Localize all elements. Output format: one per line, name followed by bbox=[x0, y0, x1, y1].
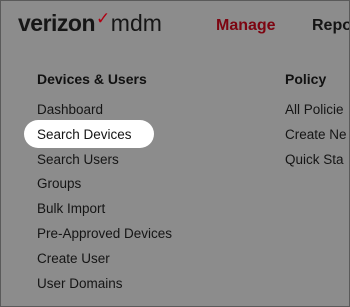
policy-menu: All Policie Create Ne Quick Sta bbox=[285, 101, 347, 175]
menu-item-label: Pre-Approved Devices bbox=[37, 225, 173, 241]
menu-item-label: All Policie bbox=[285, 102, 344, 117]
menu-item-label: Groups bbox=[37, 176, 82, 192]
menu-item-search-users[interactable]: Search Users bbox=[37, 151, 172, 176]
menu-item-groups[interactable]: Groups bbox=[37, 175, 172, 200]
menu-item-all-policies[interactable]: All Policie bbox=[285, 101, 347, 126]
nav-tab-reports[interactable]: Repo bbox=[312, 17, 349, 35]
brand-checkmark-icon: ✓ bbox=[96, 9, 110, 28]
menu-item-user-domains[interactable]: User Domains bbox=[37, 275, 172, 300]
menu-item-label: Quick Sta bbox=[285, 151, 344, 167]
menu-item-label: Create User bbox=[37, 250, 110, 266]
menu-item-label: Create Ne bbox=[285, 126, 347, 142]
menu-item-create-new[interactable]: Create Ne bbox=[285, 126, 347, 151]
brand-product: mdm bbox=[110, 10, 162, 36]
menu-item-create-user[interactable]: Create User bbox=[37, 250, 172, 275]
devices-users-heading: Devices & Users bbox=[37, 71, 147, 87]
menu-item-pre-approved-devices[interactable]: Pre-Approved Devices bbox=[37, 225, 172, 250]
devices-users-menu: Dashboard Search Devices Search Users Gr… bbox=[24, 101, 172, 300]
top-nav-bar: verizon✓mdm Manage Repo bbox=[1, 1, 349, 51]
menu-item-label: Dashboard bbox=[37, 102, 104, 117]
menu-item-label: Search Devices bbox=[37, 126, 132, 142]
verizon-mdm-logo[interactable]: verizon✓mdm bbox=[18, 9, 162, 37]
app-window: verizon✓mdm Manage Repo Devices & Users … bbox=[0, 0, 350, 307]
menu-item-label: Bulk Import bbox=[37, 201, 106, 217]
brand-name: verizon bbox=[18, 10, 96, 36]
nav-tab-manage[interactable]: Manage bbox=[216, 17, 276, 35]
menu-item-bulk-import[interactable]: Bulk Import bbox=[37, 200, 172, 225]
menu-item-label: User Domains bbox=[37, 275, 123, 291]
policy-heading: Policy bbox=[285, 71, 327, 87]
menu-item-quick-start[interactable]: Quick Sta bbox=[285, 151, 347, 176]
menu-item-label: Search Users bbox=[37, 151, 119, 167]
menu-item-search-devices[interactable]: Search Devices bbox=[24, 119, 172, 151]
